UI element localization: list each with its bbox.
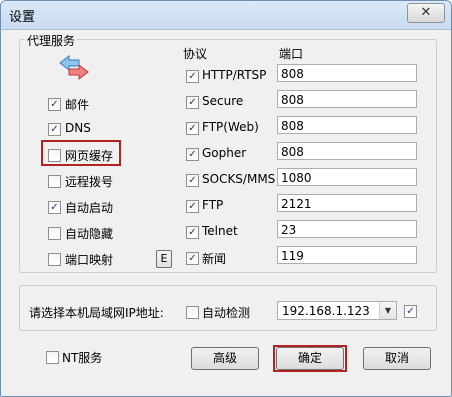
- close-button[interactable]: ✕: [407, 3, 445, 23]
- checkbox-dns[interactable]: ✓: [48, 123, 61, 136]
- service-label-dns: DNS: [65, 121, 91, 135]
- port-field-ftp-web[interactable]: 808: [277, 116, 417, 134]
- lan-ip-select[interactable]: 192.168.1.123 ▼: [277, 301, 397, 320]
- checkbox-lan-extra[interactable]: ✓: [404, 305, 417, 318]
- port-field-secure[interactable]: 808: [277, 90, 417, 108]
- checkbox-protocol-socks-mms[interactable]: ✓: [186, 174, 199, 187]
- checkbox-mail[interactable]: ✓: [48, 98, 61, 111]
- checkbox-protocol-telnet[interactable]: ✓: [186, 226, 199, 239]
- protocol-label-news: 新闻: [202, 252, 227, 266]
- service-label-web-cache: 网页缓存: [65, 149, 114, 163]
- checkbox-protocol-news[interactable]: ✓: [186, 252, 199, 265]
- cancel-button[interactable]: 取消: [363, 347, 431, 370]
- protocol-label-http-rtsp: HTTP/RTSP: [202, 68, 267, 82]
- checkbox-protocol-http-rtsp[interactable]: ✓: [186, 70, 199, 83]
- service-label-auto-start: 自动启动: [65, 201, 114, 215]
- port-header: 端口: [279, 47, 304, 61]
- ok-button[interactable]: 确定: [276, 347, 344, 370]
- port-field-gopher[interactable]: 808: [277, 142, 417, 160]
- checkbox-auto-hide[interactable]: [48, 227, 61, 240]
- checkbox-protocol-secure[interactable]: ✓: [186, 96, 199, 109]
- protocol-label-socks-mms: SOCKS/MMS: [202, 172, 276, 186]
- checkbox-port-map[interactable]: [48, 253, 61, 266]
- checkbox-protocol-ftp[interactable]: ✓: [186, 200, 199, 213]
- service-label-mail: 邮件: [65, 98, 90, 112]
- advanced-button[interactable]: 高级: [191, 347, 259, 370]
- auto-detect-label: 自动检测: [202, 306, 251, 320]
- close-icon: ✕: [420, 5, 432, 20]
- title-bar: 设置 ✕: [1, 1, 451, 30]
- checkbox-web-cache[interactable]: [48, 149, 61, 162]
- nt-service-label: NT服务: [62, 351, 103, 365]
- checkbox-nt-service[interactable]: [46, 351, 59, 364]
- port-field-news[interactable]: 119: [277, 246, 417, 264]
- protocol-label-telnet: Telnet: [202, 224, 238, 238]
- protocol-label-gopher: Gopher: [202, 146, 247, 160]
- service-label-port-map: 端口映射: [65, 253, 114, 267]
- port-field-telnet[interactable]: 23: [277, 220, 417, 238]
- checkbox-auto-detect[interactable]: [186, 306, 199, 319]
- lan-ip-value: 192.168.1.123: [282, 304, 370, 318]
- port-field-http-rtsp[interactable]: 808: [277, 64, 417, 82]
- lan-ip-prompt: 请选择本机局域网IP地址:: [29, 306, 164, 320]
- window-title: 设置: [9, 10, 36, 25]
- proxy-group-title: 代理服务: [25, 32, 78, 49]
- port-map-edit-button[interactable]: E: [156, 250, 172, 268]
- port-field-ftp[interactable]: 2121: [277, 194, 417, 212]
- checkbox-protocol-ftp-web[interactable]: ✓: [186, 122, 199, 135]
- protocol-label-ftp: FTP: [202, 198, 224, 212]
- protocol-header: 协议: [183, 47, 208, 61]
- port-field-socks-mms[interactable]: 1080: [277, 168, 417, 186]
- checkbox-auto-start[interactable]: ✓: [48, 201, 61, 214]
- settings-dialog: 设置 ✕ 代理服务 ✓ 邮件 ✓ DNS 网页缓存 远程拨号 ✓ 自动启动 自动…: [0, 0, 452, 397]
- checkbox-remote-dial[interactable]: [48, 175, 61, 188]
- protocol-label-ftp-web: FTP(Web): [202, 120, 259, 134]
- checkbox-protocol-gopher[interactable]: ✓: [186, 148, 199, 161]
- swap-arrows-icon: [59, 54, 89, 81]
- service-label-remote-dial: 远程拨号: [65, 175, 114, 189]
- chevron-down-icon[interactable]: ▼: [379, 302, 396, 319]
- protocol-label-secure: Secure: [202, 94, 244, 108]
- service-label-auto-hide: 自动隐藏: [65, 227, 114, 241]
